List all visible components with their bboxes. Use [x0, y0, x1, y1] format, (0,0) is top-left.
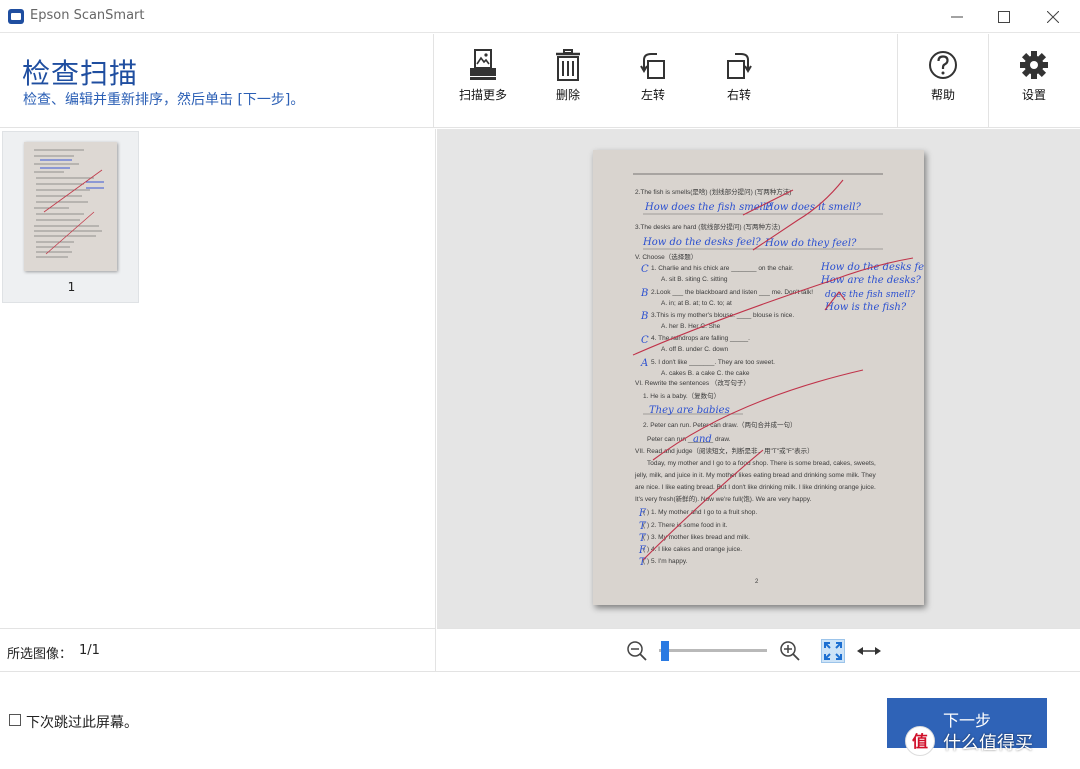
- svg-text:How do they feel?: How do they feel?: [764, 238, 857, 249]
- maximize-icon: [998, 11, 1010, 23]
- rotate-right-button[interactable]: 右转: [699, 48, 779, 118]
- help-button[interactable]: 帮助: [903, 48, 983, 118]
- maximize-button[interactable]: [981, 0, 1027, 33]
- footer: 下次跳过此屏幕。 下一步 值 什么值得买: [0, 671, 1080, 769]
- thumbnail-page-graphic: [34, 149, 104, 258]
- gear-icon: [1020, 51, 1048, 79]
- zoom-toolbar: [437, 628, 1080, 671]
- toolbar-divider: [433, 34, 434, 128]
- help-label: 帮助: [930, 88, 955, 102]
- preview-area: 2.The fish is smells(是啥) (划线部分提问) (写两种方法…: [437, 129, 1080, 628]
- help-icon: [929, 51, 957, 79]
- svg-text:How does the fish smell?: How does the fish smell?: [644, 202, 772, 213]
- svg-text:B: B: [640, 311, 648, 322]
- svg-text:A. her B. Her C.: A. her B. Her C. She: [661, 323, 721, 330]
- svg-text:are nice. I like eating bread.: are nice. I like eating bread. But I don…: [635, 484, 876, 491]
- svg-text:2. Peter can run. Peter can dr: 2. Peter can run. Peter can draw.（两句合并成一…: [643, 420, 797, 429]
- fit-to-window-icon: [824, 642, 842, 660]
- svg-text:1. He is a baby.（复数句）: 1. He is a baby.（复数句）: [643, 391, 720, 400]
- svg-text:V. Choose（选择题）: V. Choose（选择题）: [635, 252, 697, 261]
- minimize-button[interactable]: [934, 0, 980, 33]
- close-button[interactable]: [1030, 0, 1076, 33]
- svg-text:1. Charlie and his chick are _: 1. Charlie and his chick are _______ on …: [651, 265, 794, 272]
- svg-text:( ) 4. I like cakes and or: ( ) 4. I like cakes and orange juice.: [643, 546, 742, 553]
- svg-text:jelly, milk, and juice in it.: jelly, milk, and juice in it. My mother …: [634, 472, 876, 479]
- delete-button[interactable]: 删除: [528, 48, 608, 118]
- svg-text:3.This is my mother's blouse.: 3.This is my mother's blouse. ____ blous…: [651, 312, 794, 319]
- page-title: 检查扫描: [22, 57, 139, 90]
- toolbar-divider: [988, 34, 989, 128]
- svg-text:A. in; at B. at; to: A. in; at B. at; to C. to; at: [661, 300, 732, 307]
- trash-icon: [556, 49, 580, 81]
- fit-to-window-button[interactable]: [821, 639, 845, 663]
- svg-text:does the fish smell?: does the fish smell?: [825, 290, 915, 300]
- skip-screen-label: 下次跳过此屏幕。: [26, 715, 138, 731]
- settings-label: 设置: [1021, 88, 1046, 102]
- thumbnail-page-number: 1: [67, 280, 76, 294]
- zoom-slider-thumb[interactable]: [661, 641, 669, 661]
- scan-more-label: 扫描更多: [458, 88, 507, 102]
- svg-text:Today, my mother and I go to a: Today, my mother and I go to a food shop…: [647, 460, 876, 467]
- rotate-left-button[interactable]: 左转: [613, 48, 693, 118]
- thumbnail-panel: 1 所选图像： 1/1: [0, 129, 436, 671]
- svg-text:( ) 1. My mother and I go: ( ) 1. My mother and I go to a fruit sho…: [643, 509, 757, 516]
- svg-text:C: C: [641, 264, 649, 275]
- rotate-left-label: 左转: [640, 88, 665, 102]
- svg-text:How are the desks?: How are the desks?: [820, 275, 922, 286]
- delete-label: 删除: [555, 88, 580, 102]
- title-bar: Epson ScanSmart: [0, 0, 1080, 33]
- svg-text:They are babies: They are babies: [649, 405, 730, 416]
- selected-images-count: 1/1: [79, 643, 100, 658]
- close-icon: [1046, 10, 1060, 24]
- fit-width-icon[interactable]: [856, 642, 882, 660]
- zoom-in-icon[interactable]: [779, 640, 801, 662]
- scanned-document-preview[interactable]: 2.The fish is smells(是啥) (划线部分提问) (写两种方法…: [593, 150, 924, 605]
- svg-text:C: C: [641, 335, 649, 346]
- scan-more-button[interactable]: 扫描更多: [443, 48, 523, 118]
- thumbnail-image: [24, 142, 117, 271]
- svg-text:B: B: [640, 288, 648, 299]
- svg-text:How do the desks feel?: How do the desks feel?: [642, 237, 761, 248]
- svg-text:A. cakes B. a cake C: A. cakes B. a cake C. the cake: [661, 370, 750, 377]
- header: 检查扫描 检查、编辑并重新排序，然后单击 [下一步]。 扫描更多 删除 左转 右…: [0, 34, 1080, 128]
- svg-text:3.The desks are hard (就线部分提问): 3.The desks are hard (就线部分提问) (写两种方法): [635, 222, 780, 231]
- skip-screen-checkbox[interactable]: [9, 714, 21, 726]
- epson-logo-icon: [8, 9, 24, 24]
- zoom-out-icon[interactable]: [626, 640, 648, 662]
- page-subtitle: 检查、编辑并重新排序，然后单击 [下一步]。: [23, 92, 305, 108]
- watermark-text: 什么值得买: [943, 733, 1033, 754]
- watermark-logo-icon: 值: [905, 726, 935, 756]
- rotate-left-icon: [640, 53, 665, 79]
- svg-text:( ) 5. I'm happy.: ( ) 5. I'm happy.: [643, 558, 688, 565]
- svg-text:2: 2: [755, 579, 759, 585]
- svg-text:A. sit B. siting: A. sit B. siting C. sitting: [661, 276, 728, 283]
- svg-text:F: F: [638, 545, 647, 556]
- svg-text:It's very fresh(新鲜的). Now we'r: It's very fresh(新鲜的). Now we're full(饱).…: [635, 494, 812, 503]
- worksheet-page-graphic: 2.The fish is smells(是啥) (划线部分提问) (写两种方法…: [632, 173, 924, 585]
- svg-text:2.The fish is smells(是啥) (划线部分: 2.The fish is smells(是啥) (划线部分提问) (写两种方法…: [635, 187, 791, 196]
- svg-text:VI. Rewrite the sentences （改写句: VI. Rewrite the sentences （改写句子）: [635, 378, 750, 387]
- selected-images-label: 所选图像：: [7, 647, 73, 662]
- svg-text:5. I don't like _______. They: 5. I don't like _______. They are too sw…: [651, 359, 775, 366]
- svg-text:A. off B. under: A. off B. under C. down: [661, 346, 728, 353]
- page-thumbnail[interactable]: 1: [2, 131, 139, 303]
- svg-text:A: A: [640, 358, 648, 369]
- svg-text:How does it smell?: How does it smell?: [764, 202, 861, 213]
- scanner-icon: [470, 49, 496, 80]
- svg-text:How is the fish?: How is the fish?: [824, 302, 907, 313]
- selection-status: 所选图像： 1/1: [0, 628, 436, 671]
- minimize-icon: [951, 16, 963, 18]
- svg-text:F: F: [638, 508, 647, 519]
- svg-text:Peter can run _______ draw.: Peter can run _______ draw.: [647, 436, 731, 443]
- toolbar-divider: [897, 34, 898, 128]
- settings-button[interactable]: 设置: [994, 48, 1074, 118]
- zoom-slider-track[interactable]: [659, 649, 767, 652]
- rotate-right-icon: [727, 53, 752, 79]
- svg-text:( ) 3. My mother likes bre: ( ) 3. My mother likes bread and milk.: [643, 534, 750, 541]
- rotate-right-label: 右转: [726, 88, 751, 102]
- app-title: Epson ScanSmart: [30, 8, 145, 23]
- svg-text:and: and: [693, 434, 712, 445]
- svg-text:( ) 2. There is some food: ( ) 2. There is some food in it.: [643, 522, 728, 529]
